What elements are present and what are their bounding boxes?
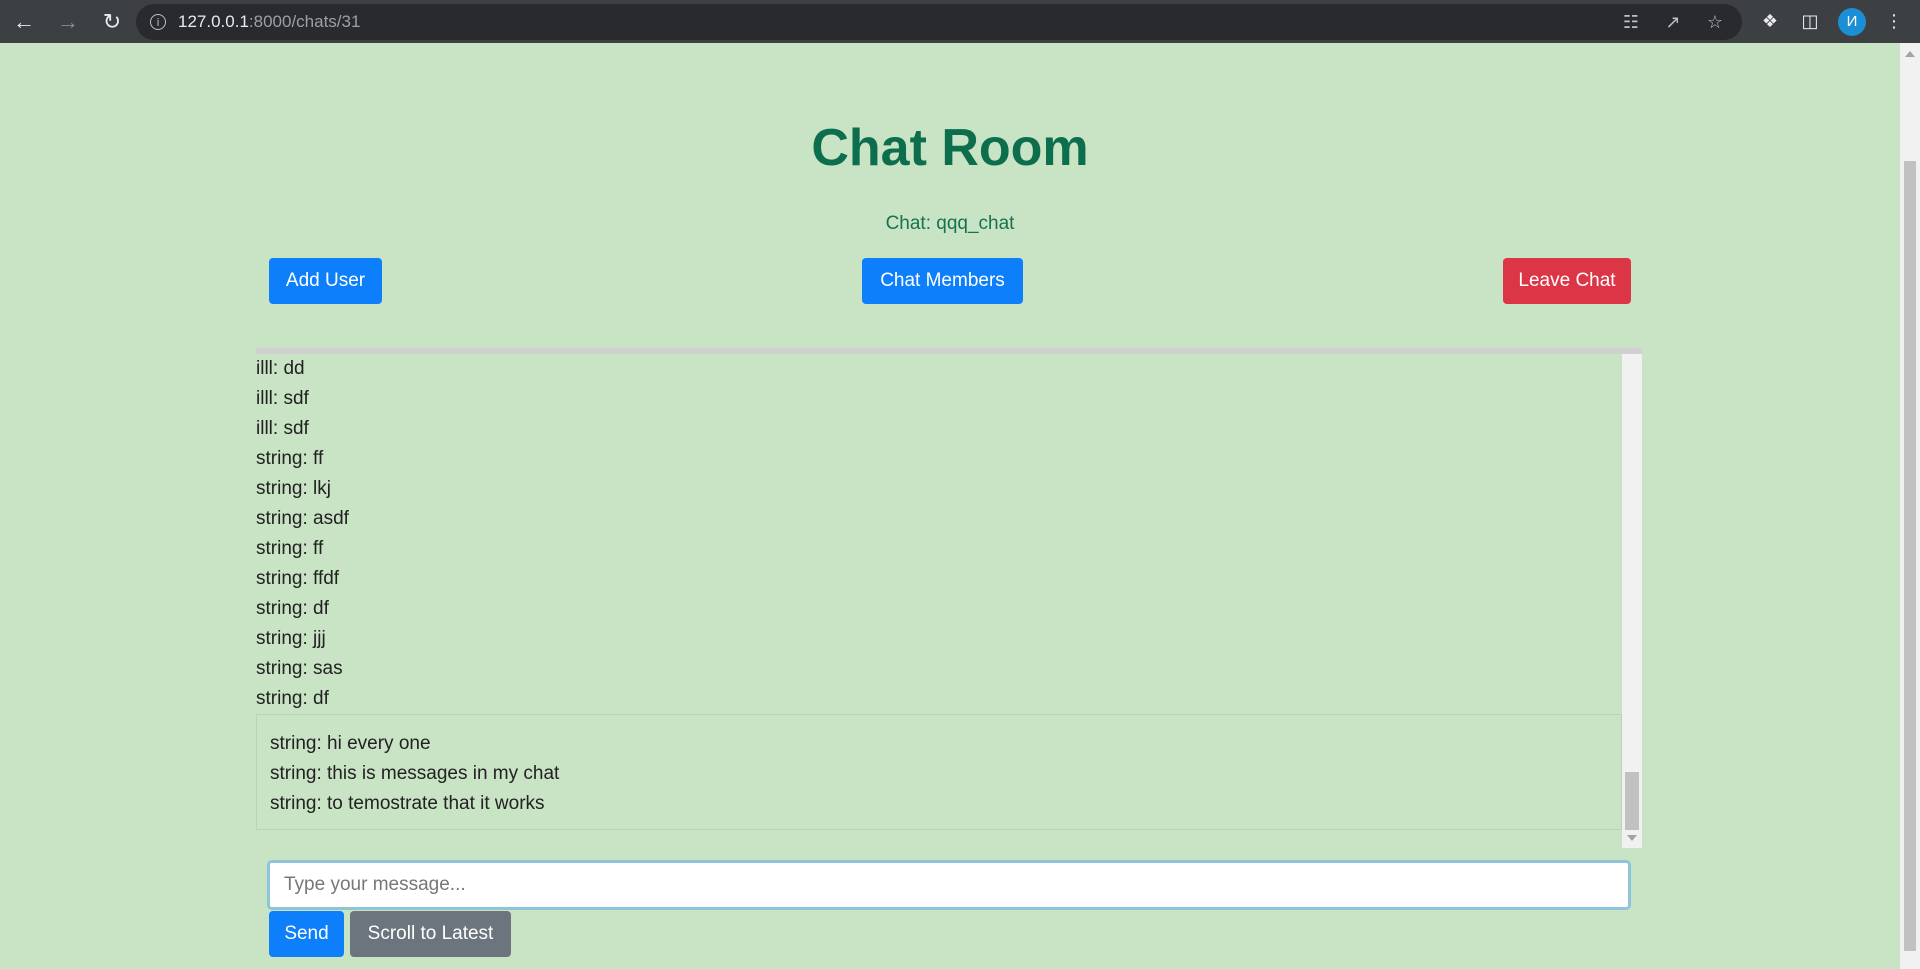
list-item: illl: sdf [256,418,309,439]
url-text[interactable]: 127.0.0.1:8000/chats/31 [178,12,360,32]
scroll-down-arrow-icon[interactable] [1627,835,1637,841]
chat-name-label: Chat: qqq_chat [885,213,1015,234]
page-scrollbar-thumb[interactable] [1904,161,1916,951]
chat-messages-panel[interactable]: illl: dd illl: sdf illl: sdf string: ff … [256,348,1642,848]
list-item: string: to temostrate that it works [270,793,545,814]
message-input[interactable] [267,860,1631,910]
leave-chat-button[interactable]: Leave Chat [1503,258,1631,304]
list-item: string: this is messages in my chat [270,763,560,784]
forward-arrow-icon[interactable]: → [48,4,88,40]
list-item: illl: dd [256,358,305,379]
list-item: string: ff [256,448,324,469]
kebab-menu-icon[interactable]: ⋮ [1882,11,1906,32]
url-path: :8000/chats/31 [248,12,361,31]
site-info-icon[interactable]: i [150,14,166,30]
page-scrollbar[interactable] [1900,43,1920,969]
scroll-up-arrow-icon[interactable] [1905,51,1915,57]
send-button[interactable]: Send [269,911,344,957]
list-item: string: lkj [256,478,331,499]
chat-members-button[interactable]: Chat Members [862,258,1023,304]
list-item: illl: sdf [256,388,309,409]
list-item: string: ffdf [256,568,340,589]
side-panel-icon[interactable]: ◫ [1798,11,1822,32]
list-item: string: hi every one [270,733,431,754]
add-user-button[interactable]: Add User [269,258,382,304]
page-title: Chat Room [811,119,1089,177]
list-item: string: df [256,688,329,709]
profile-avatar[interactable]: И [1838,7,1866,36]
share-icon[interactable]: ↗ [1662,12,1684,33]
list-item: string: sas [256,658,343,679]
list-item: string: jjj [256,628,326,649]
list-item: string: df [256,598,329,619]
back-arrow-icon[interactable]: ← [4,4,44,40]
message-list: illl: dd illl: sdf illl: sdf string: ff … [256,354,1622,714]
extensions-puzzle-icon[interactable]: ❖ [1758,11,1782,32]
latest-messages-box: string: hi every one string: this is mes… [256,714,1622,830]
url-host: 127.0.0.1 [178,12,249,31]
browser-toolbar: ← → ↻ i 127.0.0.1:8000/chats/31 ☷ ↗ ☆ ❖ … [0,0,1920,43]
list-item: string: asdf [256,508,349,529]
translate-icon[interactable]: ☷ [1620,12,1642,33]
bookmark-star-icon[interactable]: ☆ [1704,12,1726,33]
chat-scrollbar[interactable] [1622,354,1642,848]
address-bar[interactable]: i 127.0.0.1:8000/chats/31 ☷ ↗ ☆ [136,4,1742,40]
scroll-to-latest-button[interactable]: Scroll to Latest [350,911,511,957]
reload-icon[interactable]: ↻ [92,4,132,40]
chat-scrollbar-thumb[interactable] [1625,772,1639,830]
profile-initial: И [1846,13,1858,30]
list-item: string: ff [256,538,324,559]
